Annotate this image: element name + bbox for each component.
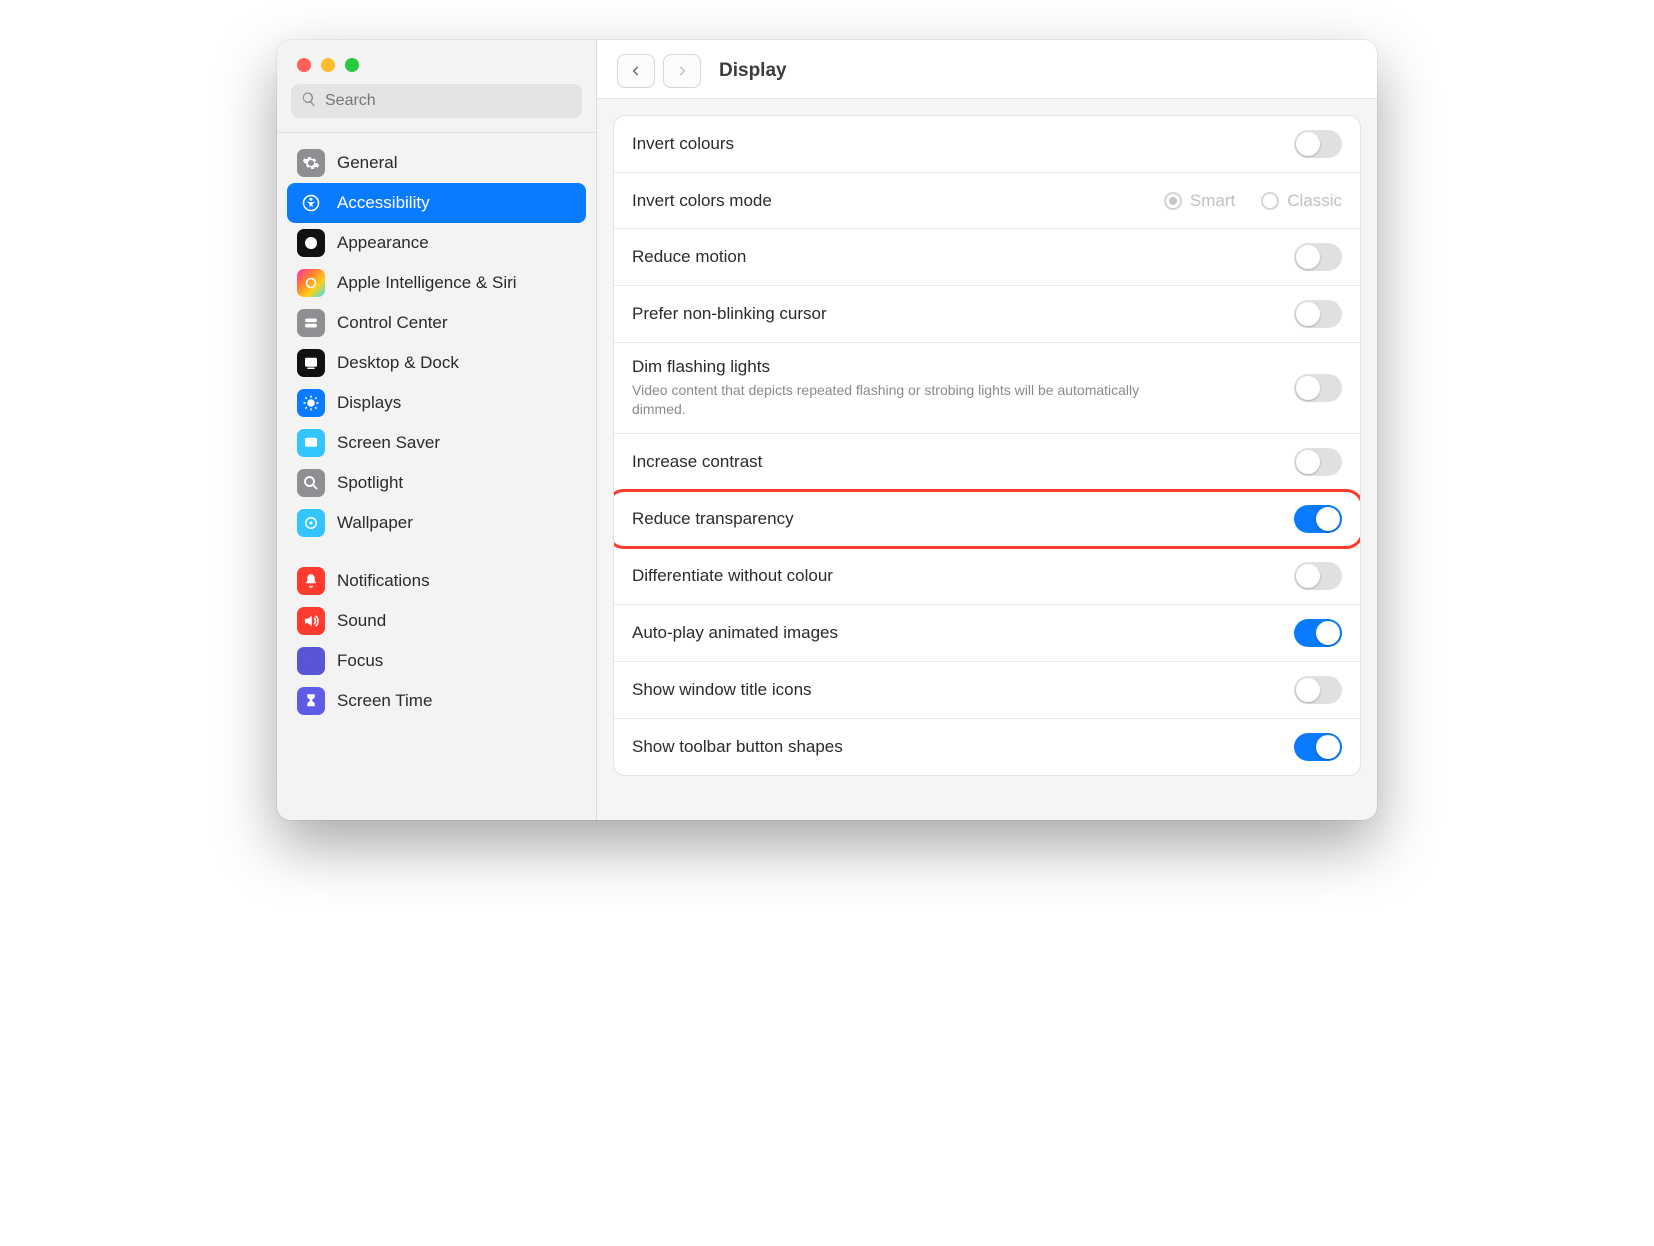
sidebar-item-spotlight[interactable]: Spotlight (287, 463, 586, 503)
toggle-autoplay-images[interactable] (1294, 619, 1342, 647)
wallpaper-icon (297, 509, 325, 537)
setting-label: Auto-play animated images (632, 623, 1294, 643)
displays-icon (297, 389, 325, 417)
setting-label: Reduce motion (632, 247, 1294, 267)
toggle-increase-contrast[interactable] (1294, 448, 1342, 476)
search-field[interactable] (291, 84, 582, 118)
sidebar-item-control-center[interactable]: Control Center (287, 303, 586, 343)
setting-label: Prefer non-blinking cursor (632, 304, 1294, 324)
toggle-title-icons[interactable] (1294, 676, 1342, 704)
moon-icon (297, 647, 325, 675)
row-differentiate-colour: Differentiate without colour (614, 548, 1360, 605)
toggle-invert-colours[interactable] (1294, 130, 1342, 158)
appearance-icon (297, 229, 325, 257)
sidebar-item-focus[interactable]: Focus (287, 641, 586, 681)
sidebar-item-desktop-dock[interactable]: Desktop & Dock (287, 343, 586, 383)
row-autoplay-images: Auto-play animated images (614, 605, 1360, 662)
row-invert-mode: Invert colors mode Smart Classic (614, 173, 1360, 229)
sidebar-item-sound[interactable]: Sound (287, 601, 586, 641)
forward-button[interactable] (663, 54, 701, 88)
dock-icon (297, 349, 325, 377)
settings-window: General Accessibility Appearance Apple I… (277, 40, 1377, 820)
toggle-non-blinking[interactable] (1294, 300, 1342, 328)
bell-icon (297, 567, 325, 595)
setting-label: Show window title icons (632, 680, 1294, 700)
sidebar-nav: General Accessibility Appearance Apple I… (277, 133, 596, 749)
radio-label: Smart (1190, 191, 1235, 211)
accessibility-icon (297, 189, 325, 217)
search-input[interactable] (325, 92, 572, 110)
toggle-toolbar-shapes[interactable] (1294, 733, 1342, 761)
sidebar-item-label: Accessibility (337, 193, 430, 213)
sidebar-item-label: Control Center (337, 313, 448, 333)
minimize-window-button[interactable] (321, 58, 335, 72)
sidebar-item-general[interactable]: General (287, 143, 586, 183)
row-reduce-transparency: Reduce transparency (614, 491, 1360, 548)
setting-sublabel: Video content that depicts repeated flas… (632, 381, 1192, 419)
toolbar: Display (597, 40, 1377, 99)
sidebar-item-screen-saver[interactable]: Screen Saver (287, 423, 586, 463)
sidebar-item-label: Spotlight (337, 473, 403, 493)
back-button[interactable] (617, 54, 655, 88)
row-reduce-motion: Reduce motion (614, 229, 1360, 286)
sidebar-item-label: Displays (337, 393, 401, 413)
setting-label: Differentiate without colour (632, 566, 1294, 586)
speaker-icon (297, 607, 325, 635)
row-show-title-icons: Show window title icons (614, 662, 1360, 719)
sidebar-item-appearance[interactable]: Appearance (287, 223, 586, 263)
sidebar-item-notifications[interactable]: Notifications (287, 561, 586, 601)
toggle-reduce-motion[interactable] (1294, 243, 1342, 271)
sidebar-item-label: General (337, 153, 397, 173)
main-content: Display Invert colours Invert colors mod… (597, 40, 1377, 820)
setting-label: Invert colors mode (632, 191, 1164, 211)
toggle-reduce-transparency[interactable] (1294, 505, 1342, 533)
row-increase-contrast: Increase contrast (614, 434, 1360, 491)
sidebar-item-ai-siri[interactable]: Apple Intelligence & Siri (287, 263, 586, 303)
fullscreen-window-button[interactable] (345, 58, 359, 72)
setting-label: Increase contrast (632, 452, 1294, 472)
sidebar-item-label: Screen Time (337, 691, 432, 711)
setting-label: Dim flashing lights (632, 357, 1294, 377)
screen-saver-icon (297, 429, 325, 457)
siri-icon (297, 269, 325, 297)
setting-label: Reduce transparency (632, 509, 1294, 529)
invert-mode-radio-group: Smart Classic (1164, 191, 1342, 211)
sidebar-item-label: Notifications (337, 571, 430, 591)
radio-smart[interactable]: Smart (1164, 191, 1235, 211)
gear-icon (297, 149, 325, 177)
sidebar-item-displays[interactable]: Displays (287, 383, 586, 423)
sidebar-item-label: Apple Intelligence & Siri (337, 273, 517, 293)
sidebar-item-label: Screen Saver (337, 433, 440, 453)
toggle-dim-flashing[interactable] (1294, 374, 1342, 402)
row-prefer-non-blinking: Prefer non-blinking cursor (614, 286, 1360, 343)
sidebar-item-label: Wallpaper (337, 513, 413, 533)
sidebar-item-label: Desktop & Dock (337, 353, 459, 373)
search-icon (301, 91, 325, 112)
row-invert-colours: Invert colours (614, 116, 1360, 173)
sidebar: General Accessibility Appearance Apple I… (277, 40, 597, 820)
setting-label: Invert colours (632, 134, 1294, 154)
settings-panel: Invert colours Invert colors mode Smart … (613, 115, 1361, 776)
row-show-toolbar-shapes: Show toolbar button shapes (614, 719, 1360, 775)
sidebar-item-label: Appearance (337, 233, 429, 253)
sidebar-item-accessibility[interactable]: Accessibility (287, 183, 586, 223)
radio-label: Classic (1287, 191, 1342, 211)
sidebar-item-wallpaper[interactable]: Wallpaper (287, 503, 586, 543)
toggle-differentiate-colour[interactable] (1294, 562, 1342, 590)
spotlight-icon (297, 469, 325, 497)
page-title: Display (719, 60, 787, 82)
hourglass-icon (297, 687, 325, 715)
sidebar-item-label: Sound (337, 611, 386, 631)
radio-classic[interactable]: Classic (1261, 191, 1342, 211)
sidebar-item-screen-time[interactable]: Screen Time (287, 681, 586, 721)
row-dim-flashing: Dim flashing lights Video content that d… (614, 343, 1360, 434)
window-controls (277, 40, 596, 84)
setting-label: Show toolbar button shapes (632, 737, 1294, 757)
sidebar-item-label: Focus (337, 651, 383, 671)
close-window-button[interactable] (297, 58, 311, 72)
control-center-icon (297, 309, 325, 337)
